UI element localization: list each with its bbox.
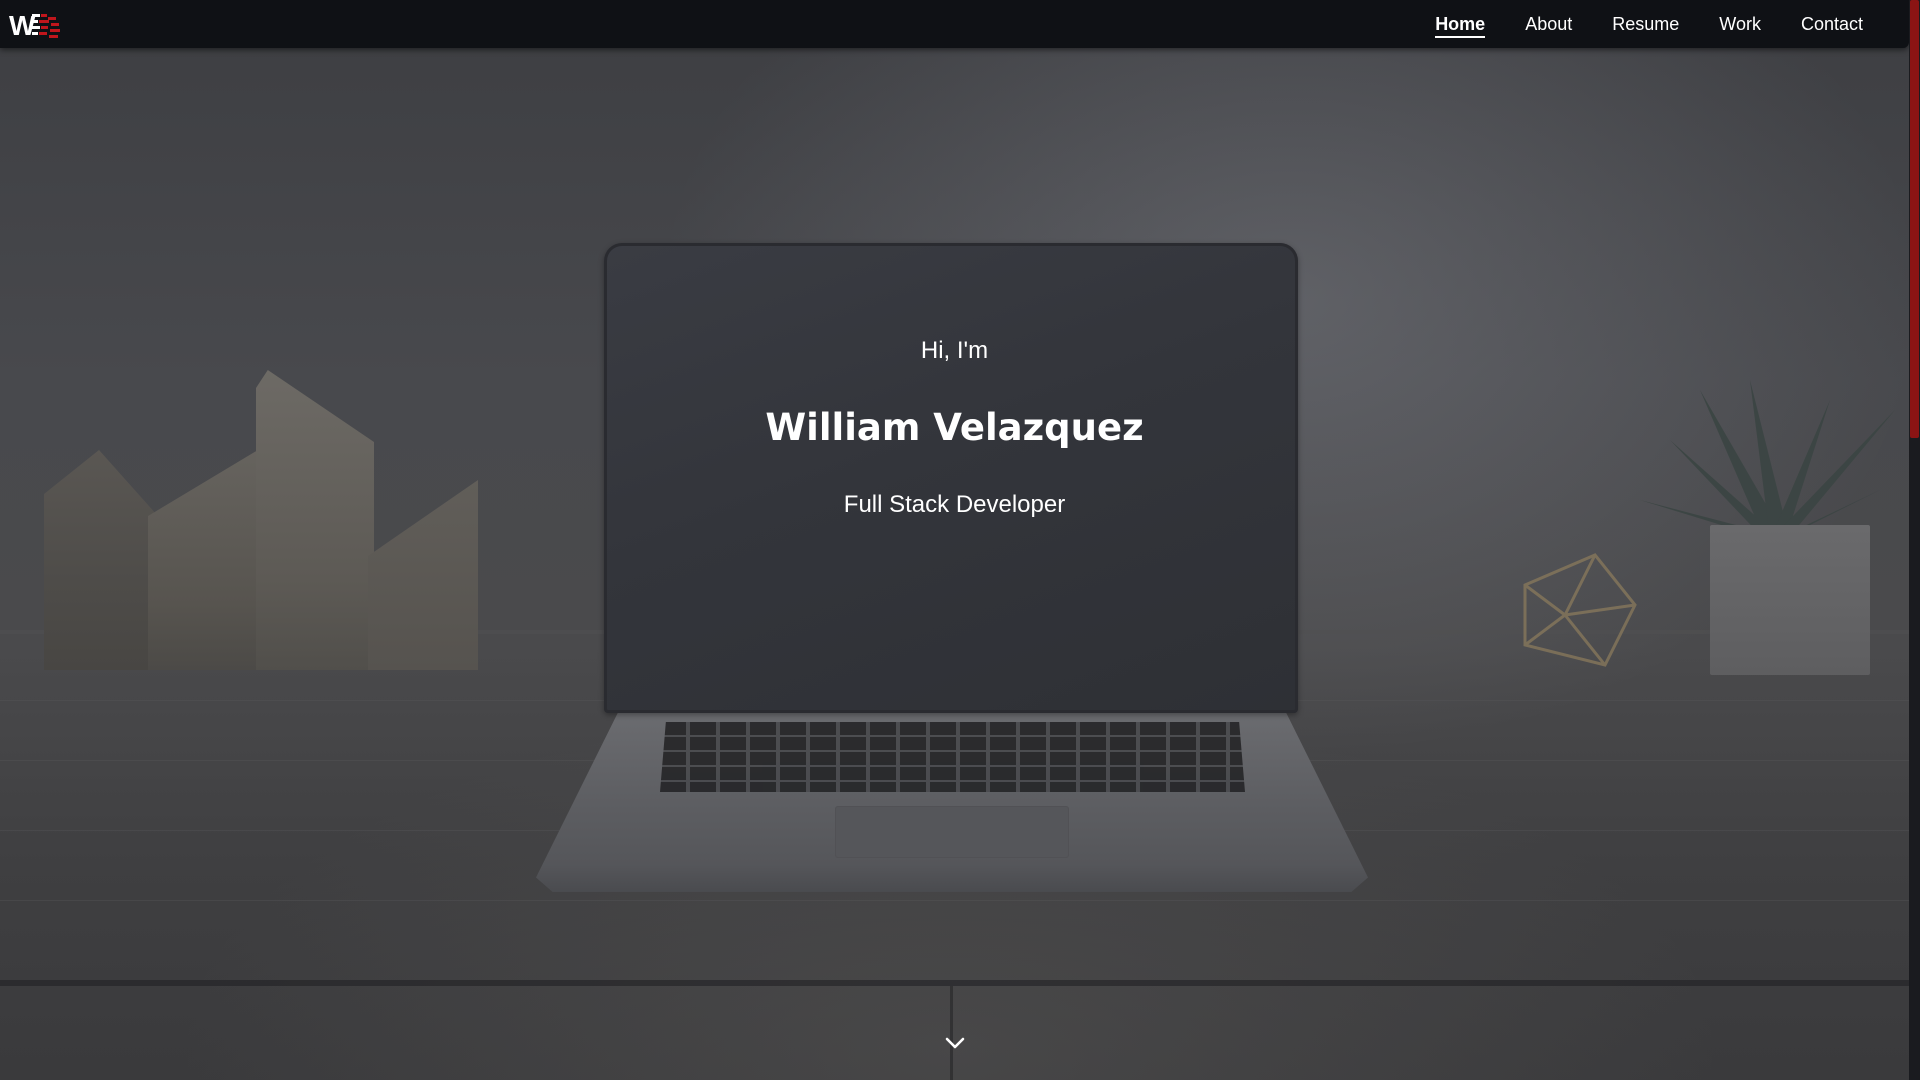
nav-link-resume[interactable]: Resume [1592,0,1699,48]
nav-link-home[interactable]: Home [1415,0,1505,48]
hero-content: Hi, I'm William Velazquez Full Stack Dev… [0,0,1909,1080]
hero-name: William Velazquez [765,406,1144,449]
nav-link-contact[interactable]: Contact [1781,0,1883,48]
hero-section: Hi, I'm William Velazquez Full Stack Dev… [0,0,1909,1080]
hero-greeting: Hi, I'm [920,337,989,364]
top-navbar: W Home About Resume Work Contact [0,0,1909,48]
wv-logo-icon[interactable]: W [8,8,66,41]
portfolio-page: Hi, I'm William Velazquez Full Stack Dev… [0,0,1920,1080]
scrollbar-thumb[interactable] [1910,0,1919,438]
scroll-down-button[interactable] [940,1030,970,1056]
nav-link-work[interactable]: Work [1699,0,1781,48]
chevron-down-icon [945,1037,965,1049]
hero-role: Full Stack Developer [843,491,1066,518]
page-scrollbar[interactable] [1909,0,1920,1080]
nav-links: Home About Resume Work Contact [1415,0,1883,48]
nav-link-about[interactable]: About [1505,0,1592,48]
svg-text:W: W [9,10,36,40]
nav-link-label: Home [1435,14,1486,38]
